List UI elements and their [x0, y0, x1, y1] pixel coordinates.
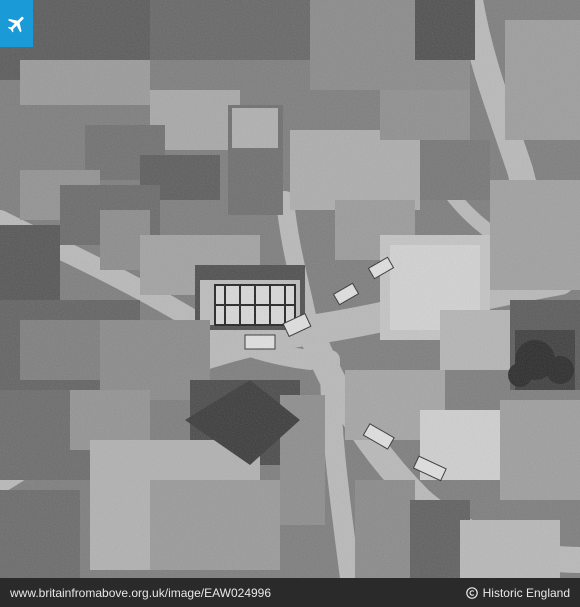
caption-bar: www.britainfromabove.org.uk/image/EAW024… [0, 578, 580, 607]
menu-badge[interactable] [0, 0, 33, 47]
airplane-icon [7, 16, 24, 32]
image-viewer: www.britainfromabove.org.uk/image/EAW024… [0, 0, 580, 607]
copyright-credit: Historic England [465, 585, 570, 600]
copyright-icon [465, 586, 478, 599]
aerial-photograph [0, 0, 580, 578]
credit-text: Historic England [482, 585, 570, 600]
image-url-link[interactable]: www.britainfromabove.org.uk/image/EAW024… [10, 586, 271, 600]
